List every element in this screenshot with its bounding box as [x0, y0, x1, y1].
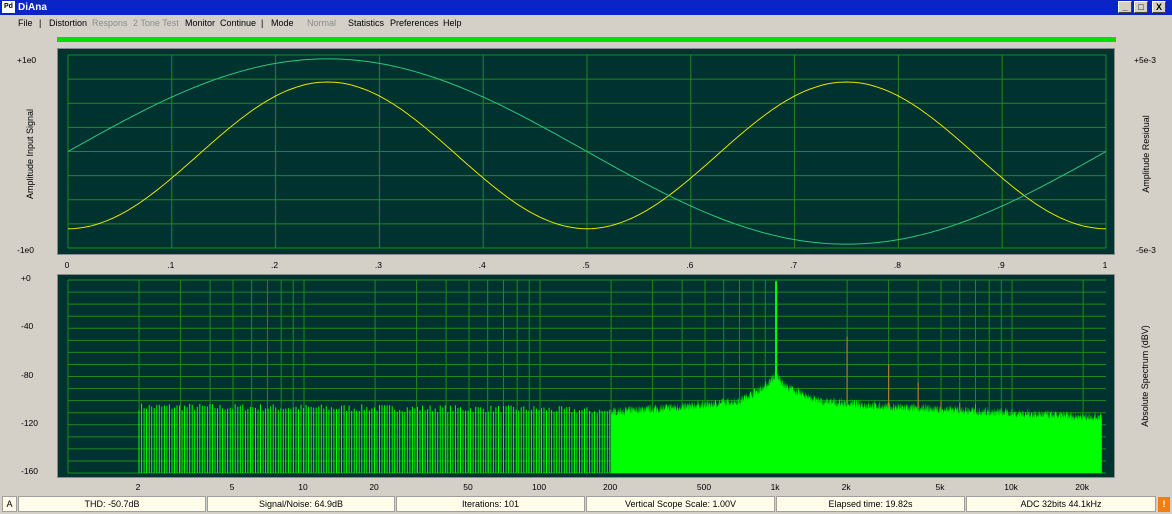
status-signal-noise: Signal/Noise: 64.9dB — [207, 496, 395, 512]
warning-icon[interactable]: ! — [1158, 497, 1170, 512]
menu-file[interactable]: File — [18, 18, 33, 28]
maximize-button[interactable]: □ — [1134, 1, 1148, 13]
scope-x-tick-label: 0 — [64, 260, 70, 270]
status-bar: A THD: -50.7dB Signal/Noise: 64.9dB Iter… — [0, 495, 1172, 514]
spectrum-plot[interactable] — [57, 274, 1115, 478]
scope-x-tick-label: .5 — [582, 260, 590, 270]
status-mode: A — [2, 496, 17, 512]
window-title: DiAna — [18, 2, 47, 13]
menu-separator: | — [39, 18, 42, 28]
spectrum-chart — [67, 279, 1106, 474]
scope-x-tick-label: .6 — [686, 260, 694, 270]
spectrum-x-tick-label: 1k — [770, 482, 780, 492]
status-elapsed-time: Elapsed time: 19.82s — [776, 496, 965, 512]
status-adc: ADC 32bits 44.1kHz — [966, 496, 1156, 512]
spectrum-y-tick-label: -80 — [21, 369, 34, 380]
minimize-button[interactable]: _ — [1118, 1, 1132, 13]
spectrum-x-tick-label: 50 — [463, 482, 473, 492]
scope-x-tick-label: .7 — [790, 260, 798, 270]
menu-help[interactable]: Help — [443, 18, 462, 28]
spectrum-x-tick-label: 10k — [1004, 482, 1018, 492]
scope-x-tick-label: .2 — [271, 260, 279, 270]
status-thd: THD: -50.7dB — [18, 496, 206, 512]
spectrum-x-tick-label: 200 — [602, 482, 618, 492]
menu-statistics[interactable]: Statistics — [348, 18, 384, 28]
menu-respons[interactable]: Respons — [92, 18, 128, 28]
status-iterations: Iterations: 101 — [396, 496, 585, 512]
progress-bar — [57, 37, 1116, 42]
spectrum-x-tick-label: 20k — [1075, 482, 1089, 492]
scope-chart — [67, 54, 1107, 249]
scope-y-top-right: +5e-3 — [1134, 55, 1156, 65]
spectrum-noise-lines — [138, 403, 611, 473]
scope-x-tick-label: .4 — [478, 260, 486, 270]
scope-plot[interactable] — [57, 48, 1115, 255]
spectrum-x-tick-label: 2k — [841, 482, 851, 492]
menu-preferences[interactable]: Preferences — [390, 18, 439, 28]
scope-y-bottom-left: -1e0 — [17, 245, 35, 255]
scope-x-tick-label: 1 — [1102, 260, 1108, 270]
spectrum-axis-label: Absolute Spectrum (dBV) — [1140, 325, 1150, 427]
scope-x-tick-label: .1 — [167, 260, 175, 270]
spectrum-x-tick-label: 10 — [298, 482, 308, 492]
spectrum-y-tick-label: -160 — [21, 466, 39, 476]
spectrum-y-tick-label: -40 — [21, 321, 34, 332]
spectrum-x-tick-label: 5k — [935, 482, 945, 492]
status-scope-scale: Vertical Scope Scale: 1.00V — [586, 496, 775, 512]
menu-continue[interactable]: Continue — [220, 18, 256, 28]
spectrum-y-tick-label: +0 — [21, 273, 31, 283]
spectrum-y-tick-label: -120 — [21, 417, 39, 428]
close-button[interactable]: X — [1152, 1, 1166, 13]
spectrum-x-tick-label: 100 — [531, 482, 547, 492]
scope-x-tick-label: .9 — [997, 260, 1005, 270]
menu-normal[interactable]: Normal — [307, 18, 336, 28]
scope-y-bottom-right: -5e-3 — [1136, 245, 1156, 255]
spectrum-x-tick-label: 2 — [135, 482, 141, 492]
spectrum-noise-area — [611, 370, 1102, 473]
scope-left-axis-label: Amplitude Input Signal — [25, 108, 35, 200]
spectrum-x-tick-label: 500 — [696, 482, 712, 492]
menu-separator: | — [261, 18, 264, 28]
title-bar: Pd DiAna _ □ X — [0, 0, 1172, 15]
scope-x-tick-label: .3 — [374, 260, 382, 270]
menu-bar: File | Distortion Respons 2 Tone Test Mo… — [0, 15, 1172, 31]
menu-two-tone-test[interactable]: 2 Tone Test — [133, 18, 179, 28]
scope-y-top-left: +1e0 — [17, 55, 37, 65]
scope-x-tick-label: .8 — [893, 260, 901, 270]
diana-app-icon[interactable]: Pd — [2, 1, 15, 13]
menu-monitor[interactable]: Monitor — [185, 18, 215, 28]
menu-mode[interactable]: Mode — [271, 18, 294, 28]
menu-distortion[interactable]: Distortion — [49, 18, 87, 28]
spectrum-x-tick-label: 5 — [229, 482, 235, 492]
scope-right-axis-label: Amplitude Residual — [1141, 115, 1151, 193]
spectrum-x-tick-label: 20 — [369, 482, 379, 492]
